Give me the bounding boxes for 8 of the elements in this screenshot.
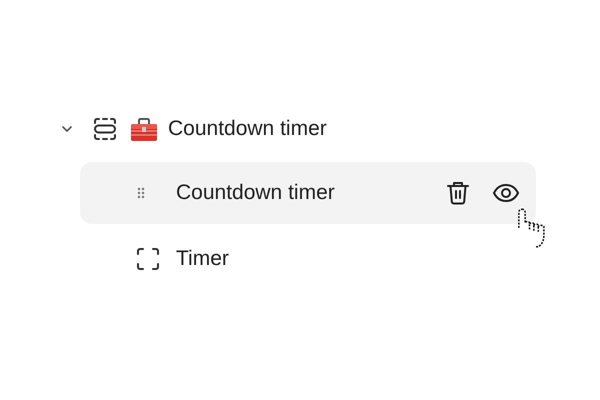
toolbox-icon <box>130 116 158 142</box>
trash-icon[interactable] <box>446 180 470 206</box>
tree-item[interactable]: Countdown timer <box>80 162 536 224</box>
tree-item-label[interactable]: Countdown timer <box>168 113 327 145</box>
drag-handle-icon[interactable] <box>137 187 145 199</box>
section-icon <box>92 116 118 142</box>
block-icon <box>135 246 161 272</box>
eye-icon[interactable] <box>492 183 520 203</box>
